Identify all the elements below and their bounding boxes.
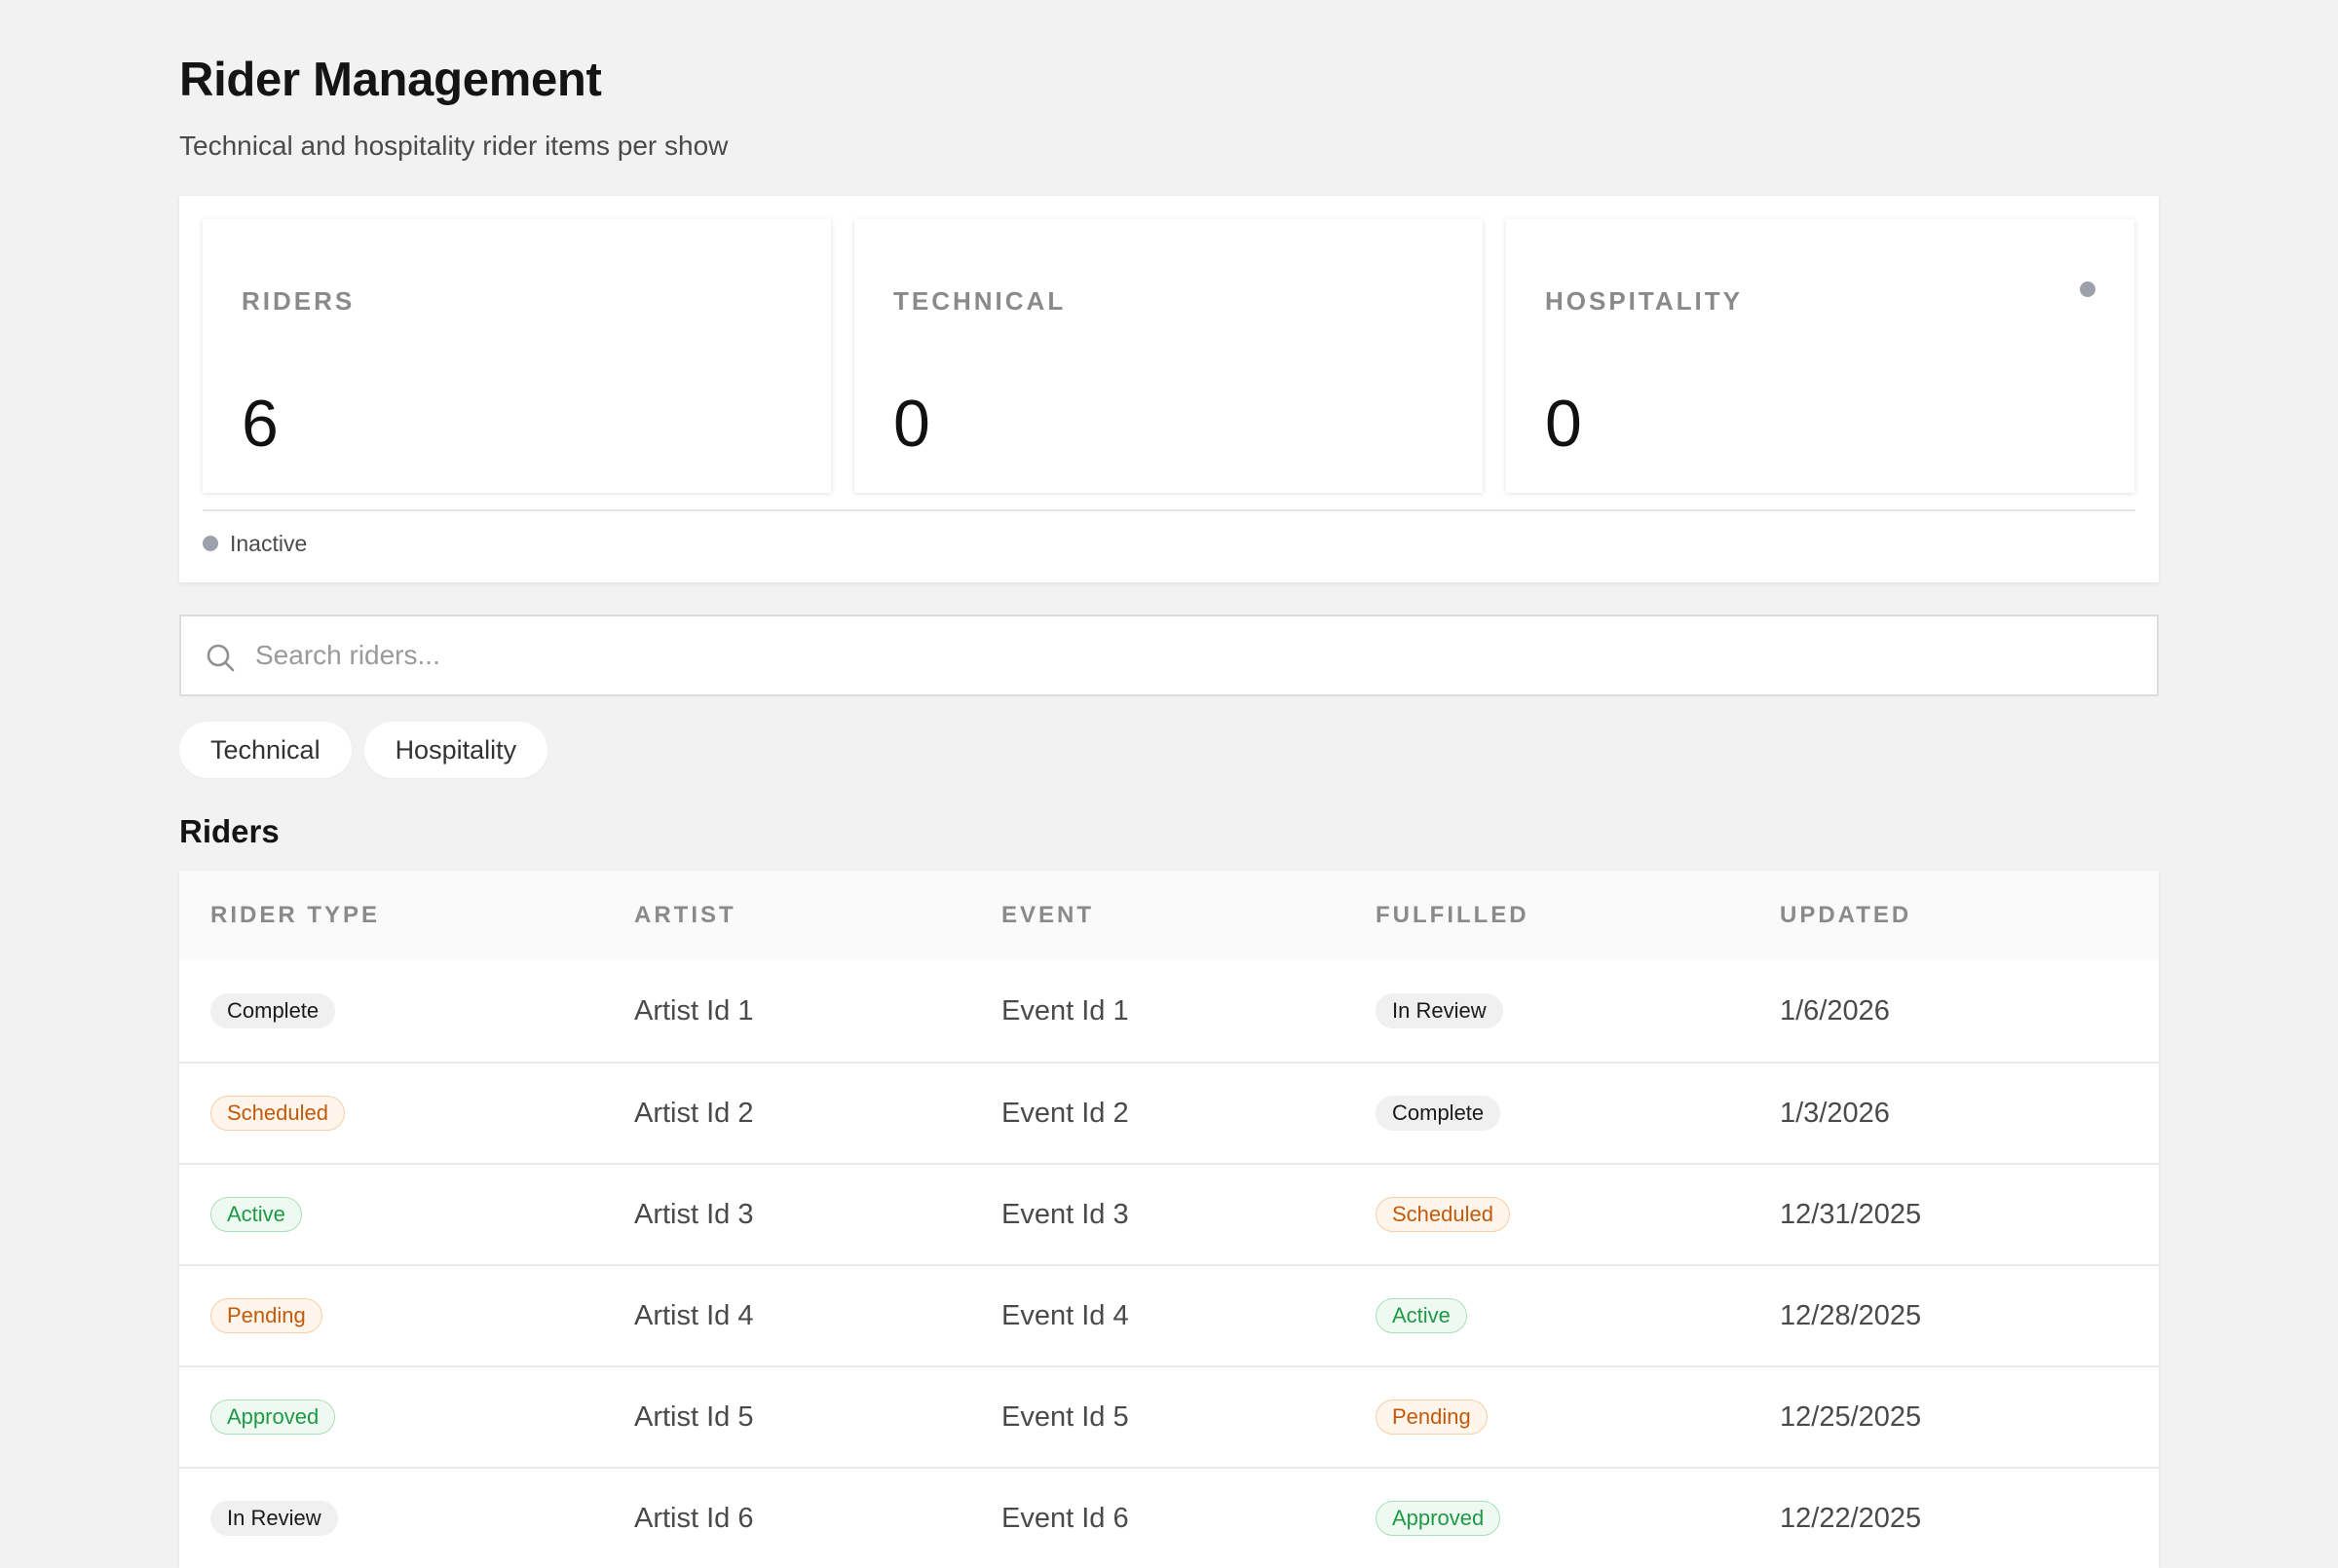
page-subtitle: Technical and hospitality rider items pe… bbox=[179, 131, 729, 161]
fulfilled-badge: Approved bbox=[1376, 1501, 1501, 1536]
stat-value: 0 bbox=[1545, 387, 1582, 461]
fulfilled-cell: Pending bbox=[1376, 1367, 1488, 1467]
rider-type-cell: Complete bbox=[210, 960, 336, 1062]
column-header-fulfilled[interactable]: FULFILLED bbox=[1376, 900, 1529, 931]
rider-type-cell: In Review bbox=[210, 1469, 338, 1568]
rider-type-badge: Pending bbox=[210, 1298, 322, 1333]
table-row[interactable]: In Review Artist Id 6 Event Id 6 Approved 12… bbox=[179, 1467, 2159, 1568]
fulfilled-badge: Pending bbox=[1376, 1400, 1488, 1435]
rider-type-badge: Active bbox=[210, 1197, 302, 1232]
artist-cell: Artist Id 4 bbox=[634, 1299, 754, 1331]
filter-chip-hospitality[interactable]: Hospitality bbox=[363, 722, 548, 778]
updated-cell: 12/31/2025 bbox=[1780, 1198, 1922, 1230]
page-title: Rider Management bbox=[179, 54, 602, 106]
event-cell: Event Id 1 bbox=[1001, 994, 1129, 1027]
table-body: Complete Artist Id 1 Event Id 1 In Review 1/… bbox=[179, 960, 2159, 1568]
column-header-updated[interactable]: UPDATED bbox=[1780, 900, 1911, 931]
status-indicator: Inactive bbox=[203, 527, 307, 560]
event-cell: Event Id 6 bbox=[1001, 1502, 1129, 1534]
rider-type-cell: Active bbox=[210, 1165, 302, 1264]
table-row[interactable]: Approved Artist Id 5 Event Id 5 Pending 12/2… bbox=[179, 1365, 2159, 1467]
event-cell: Event Id 3 bbox=[1001, 1198, 1129, 1230]
riders-table: RIDER TYPE ARTIST EVENT FULFILLED UPDATE… bbox=[179, 871, 2159, 1568]
status-dot-icon bbox=[203, 536, 218, 551]
table-row[interactable]: Pending Artist Id 4 Event Id 4 Active 12/28/… bbox=[179, 1264, 2159, 1365]
status-text: Inactive bbox=[230, 530, 308, 556]
event-cell: Event Id 4 bbox=[1001, 1299, 1129, 1331]
table-row[interactable]: Complete Artist Id 1 Event Id 1 In Review 1/… bbox=[179, 960, 2159, 1062]
artist-cell: Artist Id 6 bbox=[634, 1502, 754, 1534]
column-header-event[interactable]: EVENT bbox=[1001, 900, 1094, 931]
event-cell: Event Id 5 bbox=[1001, 1400, 1129, 1433]
fulfilled-cell: Active bbox=[1376, 1266, 1467, 1365]
stat-card-riders: RIDERS 6 bbox=[203, 219, 831, 493]
updated-cell: 12/25/2025 bbox=[1780, 1400, 1922, 1433]
stats-panel: RIDERS 6 TECHNICAL 0 HOSPITALITY 0 Inact… bbox=[179, 196, 2159, 582]
column-header-artist[interactable]: ARTIST bbox=[634, 900, 736, 931]
table-row[interactable]: Scheduled Artist Id 2 Event Id 2 Complete 1/… bbox=[179, 1062, 2159, 1163]
search-icon bbox=[207, 644, 235, 672]
updated-cell: 1/3/2026 bbox=[1780, 1097, 1890, 1129]
rider-type-cell: Approved bbox=[210, 1367, 336, 1467]
artist-cell: Artist Id 1 bbox=[634, 994, 754, 1027]
search-box[interactable] bbox=[179, 615, 2159, 696]
filter-chip-technical[interactable]: Technical bbox=[179, 722, 352, 778]
updated-cell: 12/28/2025 bbox=[1780, 1299, 1922, 1331]
status-dot-icon bbox=[2080, 281, 2095, 297]
fulfilled-badge: In Review bbox=[1376, 993, 1503, 1028]
fulfilled-badge: Scheduled bbox=[1376, 1197, 1510, 1232]
filter-chips: Technical Hospitality bbox=[179, 722, 548, 778]
fulfilled-cell: Scheduled bbox=[1376, 1165, 1510, 1264]
artist-cell: Artist Id 3 bbox=[634, 1198, 754, 1230]
section-title: Riders bbox=[179, 813, 280, 849]
fulfilled-badge: Complete bbox=[1376, 1096, 1501, 1131]
stat-card-hospitality: HOSPITALITY 0 bbox=[1506, 219, 2134, 493]
fulfilled-cell: Approved bbox=[1376, 1469, 1501, 1568]
table-row[interactable]: Active Artist Id 3 Event Id 3 Scheduled 12/3… bbox=[179, 1163, 2159, 1264]
rider-type-badge: Complete bbox=[210, 993, 336, 1028]
stat-value: 6 bbox=[242, 387, 279, 461]
stat-label: TECHNICAL bbox=[893, 286, 1067, 316]
updated-cell: 1/6/2026 bbox=[1780, 994, 1890, 1027]
rider-type-badge: Approved bbox=[210, 1400, 336, 1435]
rider-type-cell: Scheduled bbox=[210, 1064, 345, 1163]
divider bbox=[203, 509, 2135, 511]
fulfilled-badge: Active bbox=[1376, 1298, 1467, 1333]
artist-cell: Artist Id 2 bbox=[634, 1097, 754, 1129]
rider-type-badge: In Review bbox=[210, 1501, 338, 1536]
artist-cell: Artist Id 5 bbox=[634, 1400, 754, 1433]
stat-card-technical: TECHNICAL 0 bbox=[854, 219, 1483, 493]
rider-type-badge: Scheduled bbox=[210, 1096, 345, 1131]
table-header: RIDER TYPE ARTIST EVENT FULFILLED UPDATE… bbox=[179, 871, 2159, 960]
fulfilled-cell: In Review bbox=[1376, 960, 1503, 1062]
column-header-rider-type[interactable]: RIDER TYPE bbox=[210, 900, 380, 931]
stat-label: HOSPITALITY bbox=[1545, 286, 1743, 316]
search-input[interactable] bbox=[255, 628, 2106, 683]
stat-label: RIDERS bbox=[242, 286, 356, 316]
updated-cell: 12/22/2025 bbox=[1780, 1502, 1922, 1534]
fulfilled-cell: Complete bbox=[1376, 1064, 1501, 1163]
stat-value: 0 bbox=[893, 387, 930, 461]
rider-type-cell: Pending bbox=[210, 1266, 322, 1365]
event-cell: Event Id 2 bbox=[1001, 1097, 1129, 1129]
